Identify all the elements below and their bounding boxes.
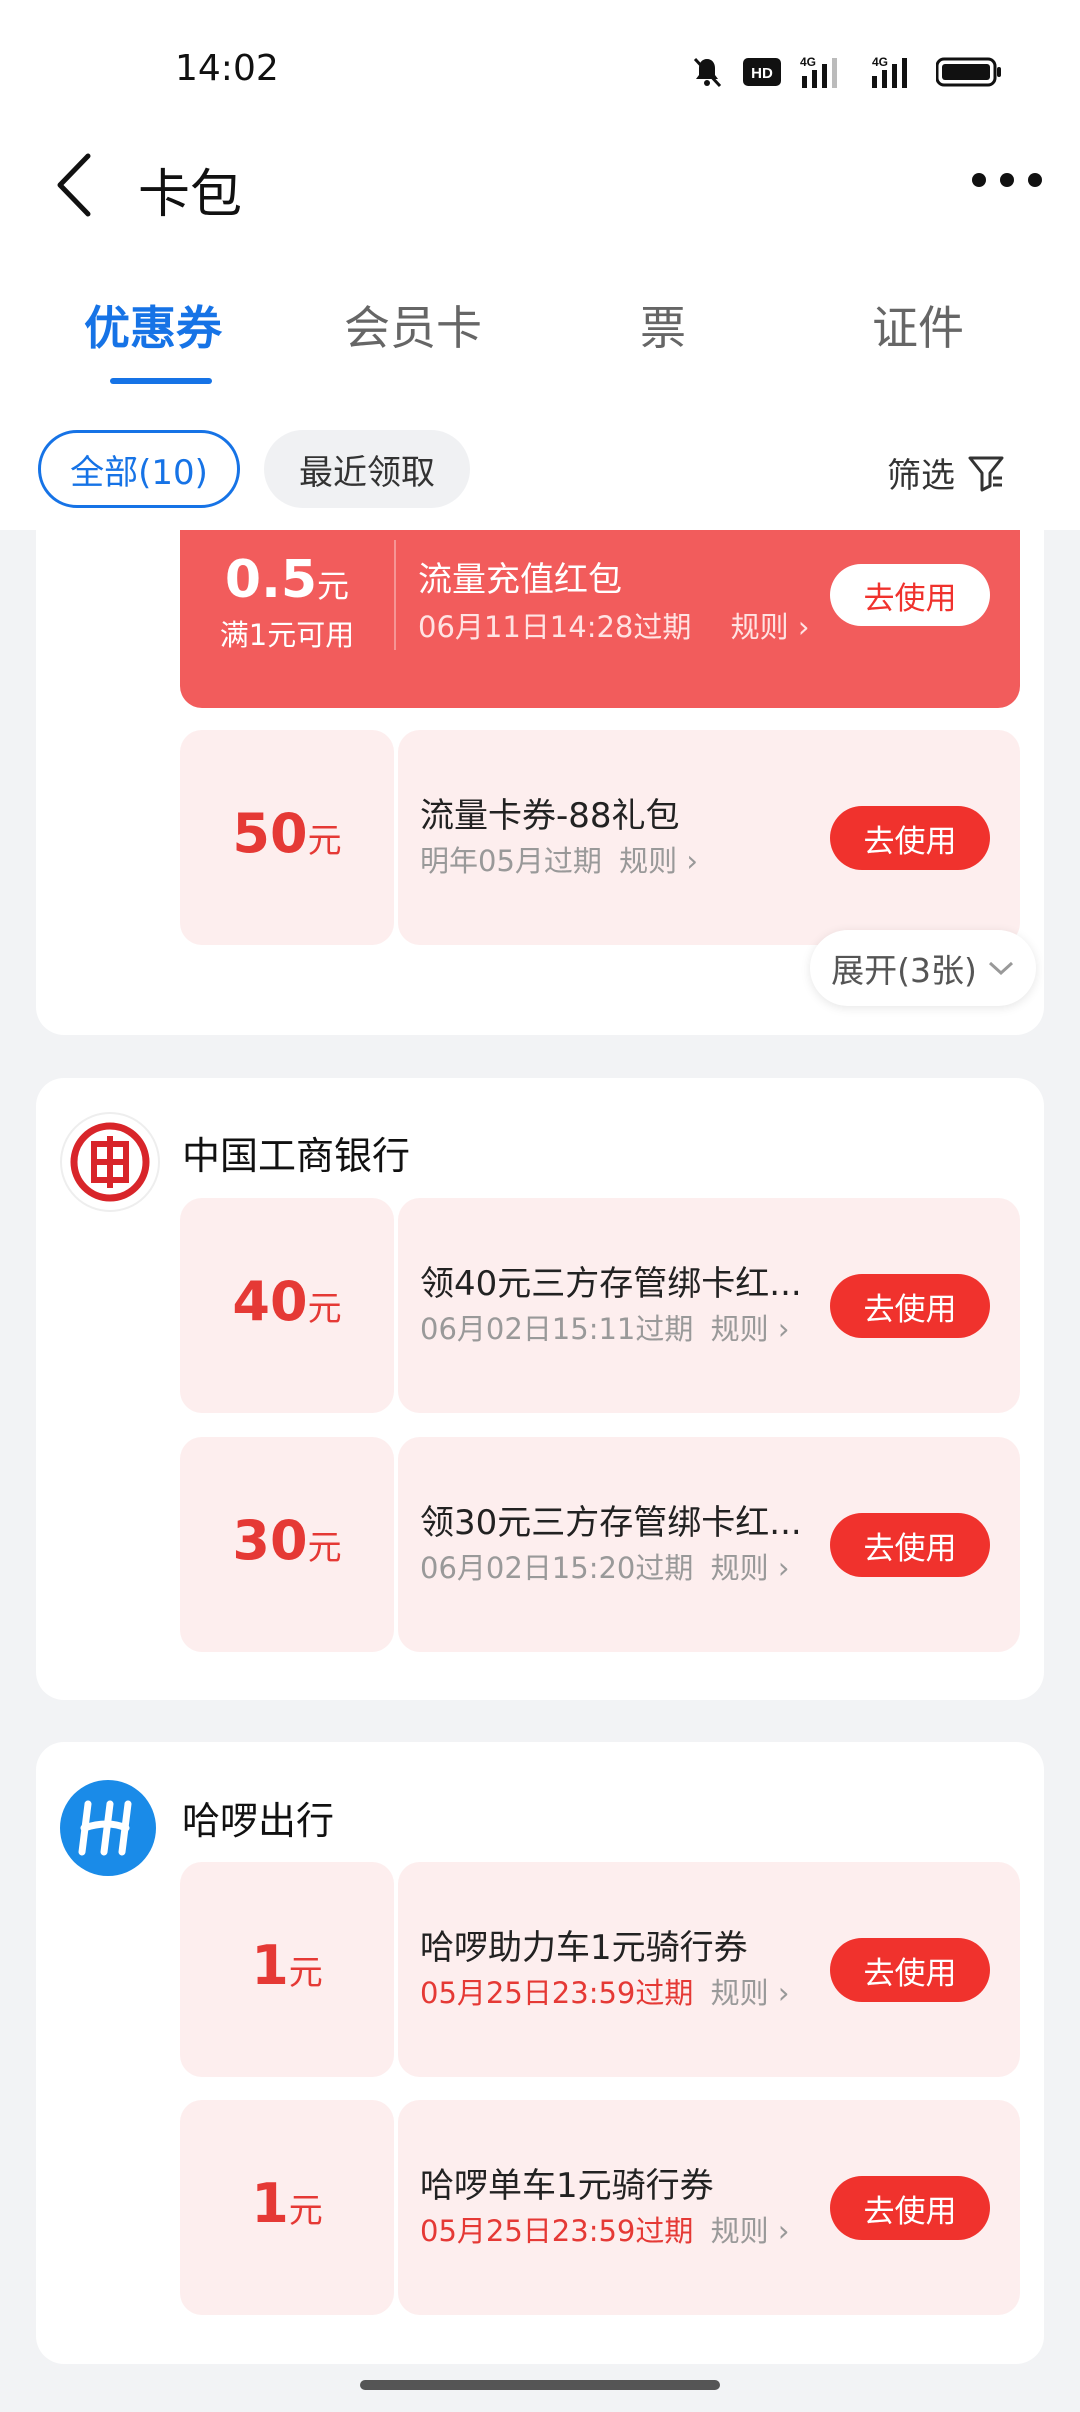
tab-membership-cards[interactable]: 会员卡: [344, 292, 482, 358]
chevron-right-icon: ›: [777, 1976, 790, 2010]
coupon-card[interactable]: 1元 哈啰助力车1元骑行券 05月25日23:59过期 规则 › 去使用: [180, 1862, 1020, 2077]
svg-text:4G: 4G: [800, 55, 816, 69]
filter-all-chip[interactable]: 全部(10): [38, 430, 240, 508]
filter-button[interactable]: 筛选: [887, 448, 1005, 497]
use-button[interactable]: 去使用: [830, 1513, 990, 1577]
red-coupon-expiry-line: 06月11日14:28过期 规则 ›: [418, 610, 810, 644]
rule-link[interactable]: 规则: [711, 1551, 769, 1585]
tab-coupons[interactable]: 优惠券: [84, 292, 222, 358]
back-arrow-icon: [57, 153, 91, 217]
battery-icon: [936, 56, 1002, 88]
coupon-expiry-line: 明年05月过期 规则 ›: [420, 844, 698, 878]
more-dot-icon: [1028, 173, 1042, 187]
rule-link[interactable]: 规则: [711, 2214, 769, 2248]
coupon-card[interactable]: 1元 哈啰单车1元骑行券 05月25日23:59过期 规则 › 去使用: [180, 2100, 1020, 2315]
signal-4g-icon: 4G: [800, 54, 848, 90]
page-title: 卡包: [138, 165, 243, 225]
coupon-title: 领30元三方存管绑卡红...: [420, 1503, 802, 1543]
hd-icon: HD: [742, 57, 782, 87]
hellobike-logo-icon: [60, 1780, 156, 1876]
use-button[interactable]: 去使用: [830, 806, 990, 870]
coupon-expiry-line: 06月02日15:20过期 规则 ›: [420, 1551, 790, 1585]
rule-link[interactable]: 规则: [711, 1976, 769, 2010]
tab-documents[interactable]: 证件: [872, 292, 964, 358]
brand-name: 中国工商银行: [182, 1134, 411, 1178]
coupon-amount: 1元: [251, 2172, 323, 2235]
red-coupon-title: 流量充值红包: [418, 560, 622, 600]
home-indicator[interactable]: [360, 2380, 720, 2390]
coupon-divider: [394, 540, 396, 650]
more-dot-icon: [1000, 173, 1014, 187]
red-coupon-amount: 0.5元: [224, 550, 350, 610]
tab-active-indicator: [110, 378, 212, 384]
chevron-right-icon: ›: [777, 1312, 790, 1346]
expand-label: 展开(3张): [831, 951, 977, 990]
coupon-title: 领40元三方存管绑卡红...: [420, 1264, 802, 1304]
back-button[interactable]: [50, 150, 110, 220]
use-button[interactable]: 去使用: [830, 564, 990, 626]
coupon-card[interactable]: 30元 领30元三方存管绑卡红... 06月02日15:20过期 规则 › 去使…: [180, 1437, 1020, 1652]
coupon-expiry-line: 05月25日23:59过期 规则 ›: [420, 1976, 790, 2010]
use-button[interactable]: 去使用: [830, 1274, 990, 1338]
filter-funnel-icon: [968, 456, 1004, 491]
coupon-amount: 1元: [251, 1934, 323, 1997]
filter-label: 筛选: [887, 456, 955, 496]
chevron-right-icon: ›: [777, 1551, 790, 1585]
coupon-card[interactable]: 40元 领40元三方存管绑卡红... 06月02日15:11过期 规则 › 去使…: [180, 1198, 1020, 1413]
chevron-right-icon: ›: [777, 2214, 790, 2248]
coupon-expiry-line: 05月25日23:59过期 规则 ›: [420, 2214, 790, 2248]
tab-tickets[interactable]: 票: [640, 292, 686, 358]
bell-muted-icon: [690, 55, 724, 89]
red-coupon-card[interactable]: 0.5元 满1元可用 流量充值红包 06月11日14:28过期 规则 › 去使用: [180, 530, 1020, 708]
coupon-title: 流量卡券-88礼包: [420, 796, 680, 836]
filter-recent-chip[interactable]: 最近领取: [264, 430, 470, 508]
coupon-amount: 40元: [232, 1270, 342, 1333]
use-button[interactable]: 去使用: [830, 2176, 990, 2240]
chevron-down-icon: [988, 961, 1013, 976]
rule-link[interactable]: 规则: [619, 844, 677, 878]
more-button[interactable]: [972, 160, 1042, 200]
chevron-right-icon: ›: [686, 844, 698, 878]
more-dot-icon: [972, 173, 986, 187]
chevron-right-icon: ›: [797, 610, 810, 644]
signal-4g-icon-2: 4G: [866, 54, 918, 90]
rule-link[interactable]: 规则: [731, 610, 789, 644]
coupon-title: 哈啰助力车1元骑行券: [420, 1928, 748, 1968]
coupon-amount: 50元: [232, 802, 342, 865]
coupon-title: 哈啰单车1元骑行券: [420, 2166, 714, 2206]
coupon-expiry-line: 06月02日15:11过期 规则 ›: [420, 1312, 790, 1346]
expand-button[interactable]: 展开(3张): [810, 930, 1036, 1006]
svg-text:4G: 4G: [872, 55, 888, 69]
coupon-amount: 30元: [232, 1509, 342, 1572]
svg-text:HD: HD: [751, 65, 773, 82]
red-coupon-condition: 满1元可用: [219, 618, 355, 652]
coupon-card[interactable]: 50元 流量卡券-88礼包 明年05月过期 规则 › 去使用: [180, 730, 1020, 945]
status-time: 14:02: [175, 48, 279, 89]
use-button[interactable]: 去使用: [830, 1938, 990, 2002]
brand-name: 哈啰出行: [182, 1799, 335, 1843]
status-icons: HD 4G 4G: [690, 52, 1002, 92]
icbc-logo-icon: [60, 1112, 160, 1212]
rule-link[interactable]: 规则: [711, 1312, 769, 1346]
